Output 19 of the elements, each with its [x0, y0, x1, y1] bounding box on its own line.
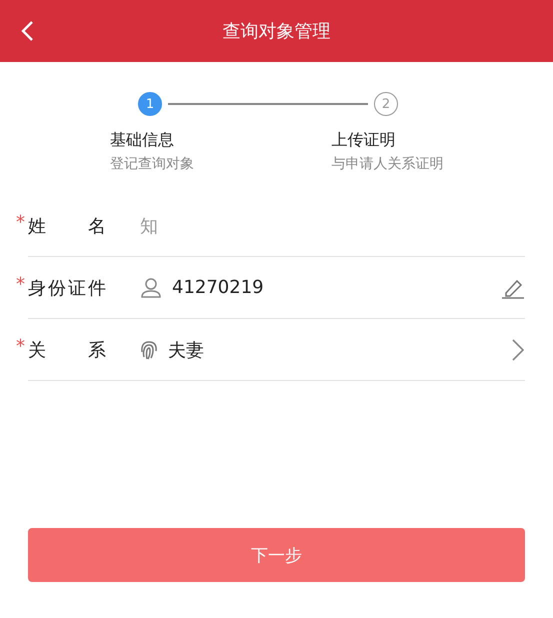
field-label: 关系: [28, 338, 106, 362]
step-number: 2: [374, 92, 398, 116]
chevron-right-icon[interactable]: [511, 338, 525, 362]
field-value[interactable]: 41270219: [172, 277, 264, 298]
fingerprint-icon: [140, 340, 158, 360]
field-value[interactable]: 夫妻: [168, 338, 204, 362]
step-subtitle: 与申请人关系证明: [332, 155, 444, 173]
step-number: 1: [138, 92, 162, 116]
required-mark: *: [16, 274, 25, 294]
required-mark: *: [16, 212, 25, 232]
back-icon[interactable]: [20, 20, 34, 42]
step-title: 基础信息: [110, 130, 175, 151]
field-label: 身份证件: [28, 276, 106, 300]
step-title: 上传证明: [332, 130, 396, 151]
required-mark: *: [16, 336, 25, 356]
page-title: 查询对象管理: [222, 20, 330, 43]
person-icon: [140, 276, 162, 298]
field-label: 姓名: [28, 214, 106, 238]
step-subtitle: 登记查询对象: [110, 155, 195, 173]
